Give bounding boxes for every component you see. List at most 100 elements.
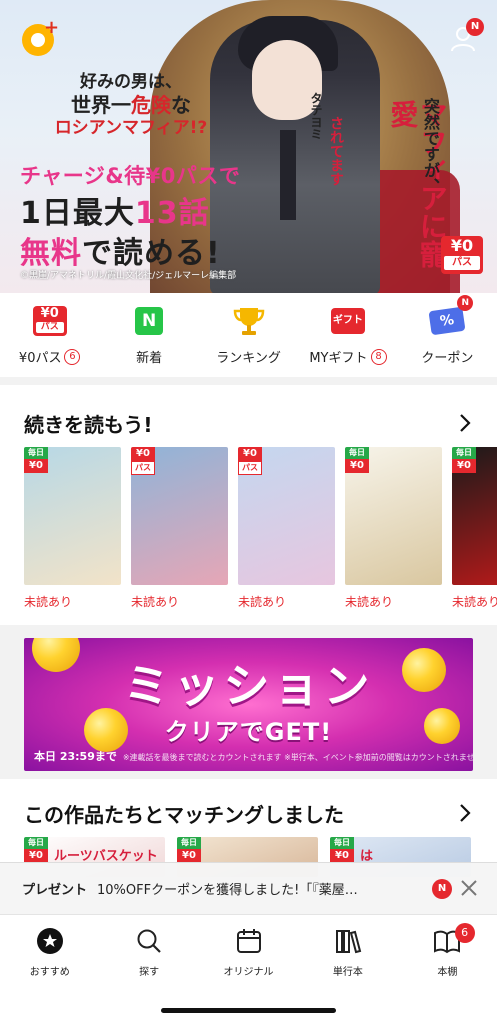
coupon-icon: % N	[428, 295, 474, 337]
book-tag-top: 毎日	[177, 837, 201, 849]
app-screen: 好みの男は、 世界一危険な ロシアンマフィア!? チャージ&待¥0パスで 1日最…	[0, 0, 497, 1024]
book-tag-bottom: ¥0	[24, 849, 48, 863]
hero-banner[interactable]: 好みの男は、 世界一危険な ロシアンマフィア!? チャージ&待¥0パスで 1日最…	[0, 0, 497, 293]
book-tag: 毎日 ¥0	[452, 447, 476, 473]
quick-menu: ¥0 パス ¥0パス 6 N 新着 ランキング ギフト MYギフト 8 % N …	[0, 293, 497, 377]
zero-pass-badge: ¥0 パス	[441, 236, 483, 274]
coupon-new-badge: N	[457, 295, 474, 311]
chevron-right-icon[interactable]	[455, 413, 475, 433]
gift-icon: ギフト	[330, 305, 366, 337]
book-tag: 毎日 ¥0	[177, 837, 201, 863]
book-item[interactable]: ¥0 パス 未読あり	[238, 447, 335, 610]
tab-bookshelf[interactable]: 本棚 6	[398, 915, 497, 1024]
quick-item-new[interactable]: N 新着	[99, 293, 198, 377]
book-cover: 毎日 ¥0	[345, 447, 442, 585]
book-tag-top: ¥0	[131, 447, 155, 461]
app-logo-icon[interactable]: +	[22, 19, 59, 56]
home-indicator	[161, 1008, 336, 1013]
tab-label: 単行本	[332, 967, 363, 978]
notice-message: 10%OFFクーポンを獲得しました!「『薬屋…	[97, 883, 358, 898]
book-item[interactable]: 毎日 ¥0 未読あり	[452, 447, 497, 610]
mission-subtitle: クリアでGET!	[164, 718, 333, 746]
user-notification-badge: N	[466, 18, 484, 36]
quick-label-coupon: クーポン	[421, 351, 474, 366]
unread-status: 未読あり	[24, 595, 73, 609]
book-item[interactable]: 毎日 ¥0 未読あり	[345, 447, 442, 610]
catch-line-2a: 世界一	[71, 93, 131, 118]
book-tag-top: 毎日	[452, 447, 476, 459]
quick-item-coupon[interactable]: % N クーポン	[398, 293, 497, 377]
book-cover: ¥0 パス	[131, 447, 228, 585]
campaign-line-2b: 13話	[134, 196, 210, 231]
search-icon	[137, 929, 161, 953]
continue-reading-section: 続きを読もう! 毎日 ¥0 未読あり ¥0 パス 未読あり ¥0 パス 未読あり 毎日 ¥0 未読あり…	[0, 385, 497, 625]
notification-bar[interactable]: プレゼント 10%OFFクーポンを獲得しました!「『薬屋… N	[0, 862, 497, 914]
continue-reading-title: 続きを読もう!	[24, 413, 153, 437]
matching-section: この作品たちとマッチングしました 毎日 ¥0 ルーツバスケット 毎日 ¥0 毎日 ¥0 は	[0, 779, 497, 877]
chevron-right-icon[interactable]	[455, 803, 475, 823]
book-tag: 毎日 ¥0	[24, 447, 48, 473]
book-tag: 毎日 ¥0	[24, 837, 48, 863]
catch-line-1: 好みの男は、	[80, 72, 182, 92]
book-cover: 毎日 ¥0	[452, 447, 497, 585]
campaign-line-3a: 無料	[20, 236, 82, 271]
campaign-line-2: 1日最大13話	[20, 188, 210, 232]
bookshelf-badge: 6	[454, 923, 475, 943]
plus-icon: +	[44, 17, 60, 38]
books-icon	[335, 930, 362, 954]
book-tag-bottom: ¥0	[345, 459, 369, 473]
book-cover: ¥0 パス	[238, 447, 335, 585]
tab-label: おすすめ	[29, 967, 70, 978]
book-tag-bottom: ¥0	[330, 849, 354, 863]
zero-badge-bottom: パス	[444, 256, 480, 270]
notice-label: プレゼント	[22, 883, 88, 898]
continue-reading-list: 毎日 ¥0 未読あり ¥0 パス 未読あり ¥0 パス 未読あり 毎日 ¥0 未読あり 毎日 ¥0 未読あり	[24, 447, 497, 610]
tab-label: 本棚	[437, 967, 458, 978]
tab-label: 探す	[139, 967, 160, 978]
quick-item-zero-pass[interactable]: ¥0 パス ¥0パス 6	[0, 293, 99, 377]
coupon-icon-text: %	[428, 306, 466, 336]
tab-label: オリジナル	[223, 967, 274, 978]
zero-badge-top: ¥0	[450, 236, 474, 255]
mission-note: ※連載話を最後まで読むとカウントされます ※単行本、イベント参加前の閲覧はカウン…	[122, 753, 473, 762]
mission-banner[interactable]: ミッション クリアでGET! 本日 23:59まで ※連載話を最後まで読むとカウン…	[24, 638, 473, 771]
unread-status: 未読あり	[452, 595, 497, 609]
unread-status: 未読あり	[131, 595, 180, 609]
character-tie	[280, 130, 296, 220]
book-cover: 毎日 ¥0	[24, 447, 121, 585]
campaign-line-2a: 1日最大	[20, 196, 135, 231]
hero-copyright: ©黒崖/アマネトリル/霞山文化社/ジェルマーレ編集部	[20, 271, 237, 281]
user-profile-button[interactable]: N	[448, 18, 484, 54]
book-tag-top: ¥0	[238, 447, 262, 461]
close-icon[interactable]	[458, 877, 480, 899]
trophy-icon	[231, 305, 267, 337]
book-tag: ¥0 パス	[131, 447, 155, 475]
zero-pass-count-badge: 6	[64, 348, 81, 365]
zero-pass-icon-bottom: パス	[35, 322, 64, 333]
quick-label-ranking: ランキング	[216, 351, 281, 366]
zero-pass-icon: ¥0 パス	[32, 305, 68, 337]
quick-label-new: 新着	[136, 351, 163, 366]
mission-footer: 本日 23:59まで ※連載話を最後まで読むとカウントされます ※単行本、イベント…	[34, 748, 473, 764]
quick-item-my-gift[interactable]: ギフト MYギフト 8	[298, 293, 397, 377]
matching-title: この作品たちとマッチングしました	[24, 803, 344, 827]
book-item[interactable]: 毎日 ¥0 未読あり	[24, 447, 121, 610]
new-icon-text: N	[135, 307, 164, 335]
book-tag-bottom: ¥0	[24, 459, 48, 473]
new-icon: N	[131, 305, 167, 337]
book-tag-top: 毎日	[330, 837, 354, 849]
book-tag-bottom: パス	[131, 461, 155, 475]
book-item[interactable]: ¥0 パス未読あり	[131, 447, 228, 610]
unread-status: 未読あり	[345, 595, 394, 609]
zero-pass-icon-top: ¥0	[40, 306, 59, 321]
tab-recommend[interactable]: おすすめ	[0, 915, 99, 1024]
book-tag-bottom: ¥0	[177, 849, 201, 863]
quick-item-ranking[interactable]: ランキング	[199, 293, 298, 377]
quick-label-zero-pass: ¥0パス	[18, 351, 62, 366]
quick-label-my-gift: MYギフト	[309, 351, 368, 366]
catch-line-3: ロシアンマフィア!?	[54, 118, 208, 139]
book-tag-bottom: パス	[238, 461, 262, 475]
mission-deadline: 本日 23:59まで	[34, 750, 117, 763]
campaign-line-3b: で読める!	[82, 236, 221, 271]
notice-new-badge: N	[432, 879, 452, 899]
